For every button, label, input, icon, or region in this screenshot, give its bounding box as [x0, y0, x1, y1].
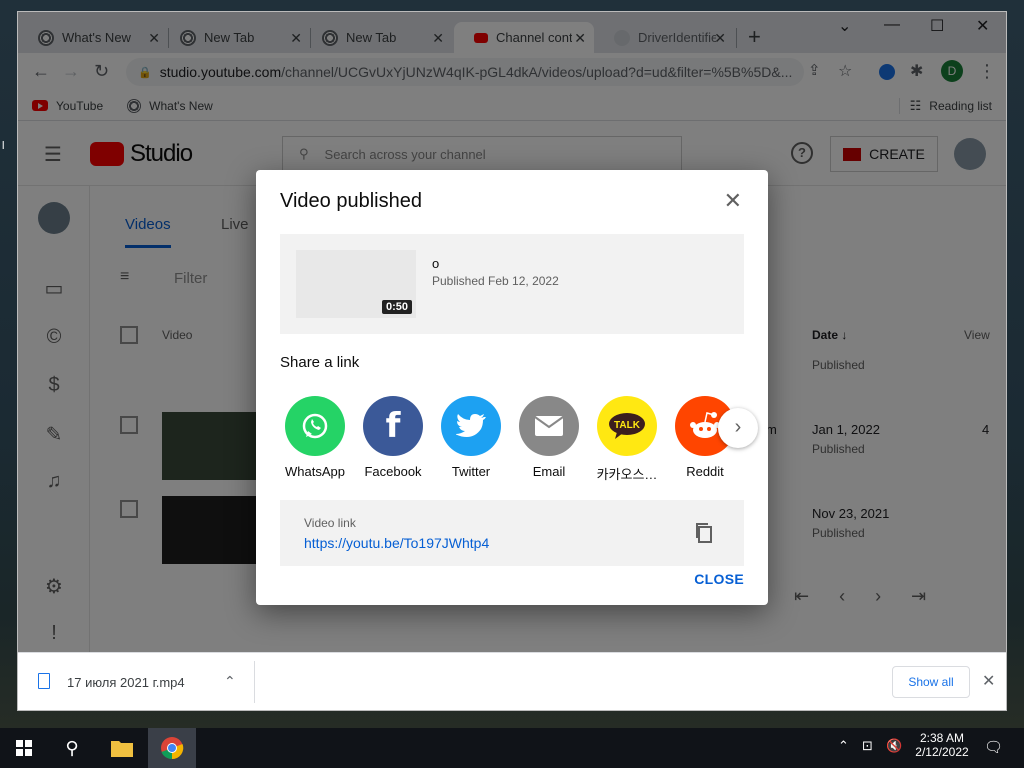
share-scroll-right-chevron-icon[interactable]: ›	[718, 408, 758, 448]
tray-chevron-icon[interactable]: ⌃	[838, 738, 849, 754]
share-label: Email	[532, 464, 566, 479]
video-link-box: Video link https://youtu.be/To197JWhtp4	[280, 500, 744, 566]
share-facebook[interactable]: f Facebook	[358, 396, 428, 479]
svg-text:TALK: TALK	[614, 420, 641, 431]
share-label: Twitter	[451, 464, 491, 479]
video-link-url[interactable]: https://youtu.be/To197JWhtp4	[304, 535, 489, 551]
clock[interactable]: 2:38 AM 2/12/2022	[912, 731, 972, 759]
video-thumbnail[interactable]: 0:50	[296, 250, 416, 318]
download-bar: 17 июля 2021 г.mp4 ⌃ Show all ✕	[18, 652, 1006, 710]
close-download-bar-icon[interactable]: ✕	[982, 671, 995, 691]
facebook-icon: f	[363, 396, 423, 456]
notifications-icon[interactable]: 🗨	[984, 738, 1003, 756]
dialog-close-icon[interactable]: ✕	[724, 188, 742, 214]
video-published-dialog: Video published ✕ 0:50 o Published Feb 1…	[256, 170, 768, 605]
share-label: Facebook	[364, 464, 422, 479]
download-filename[interactable]: 17 июля 2021 г.mp4	[67, 675, 185, 690]
chrome-taskbar-icon[interactable]	[148, 728, 196, 768]
clock-date: 2/12/2022	[915, 745, 969, 759]
share-label: WhatsApp	[285, 464, 345, 479]
desktop-edge: l	[2, 140, 5, 152]
volume-muted-icon[interactable]: 🔇	[886, 738, 902, 754]
network-icon[interactable]: ⊡	[862, 738, 873, 754]
twitter-icon	[441, 396, 501, 456]
share-whatsapp[interactable]: WhatsApp	[280, 396, 350, 479]
video-card: 0:50 o Published Feb 12, 2022	[280, 234, 744, 334]
search-icon[interactable]: ⚲	[48, 728, 96, 768]
windows-taskbar: ⚲ ⌃ ⊡ 🔇 2:38 AM 2/12/2022 🗨	[0, 728, 1024, 768]
video-title: o	[432, 256, 440, 271]
dialog-title: Video published	[280, 190, 422, 212]
show-all-button[interactable]: Show all	[892, 666, 970, 698]
email-icon	[519, 396, 579, 456]
share-heading: Share a link	[280, 354, 360, 371]
download-options-chevron-icon[interactable]: ⌃	[224, 673, 236, 690]
share-twitter[interactable]: Twitter	[436, 396, 506, 479]
share-label: 카카오스…	[596, 467, 658, 482]
video-published-date: Published Feb 12, 2022	[432, 274, 559, 288]
file-icon	[38, 673, 50, 689]
file-explorer-icon[interactable]	[98, 728, 146, 768]
clock-time: 2:38 AM	[919, 731, 965, 745]
share-kakaostory[interactable]: TALK 카카오스…	[592, 396, 662, 483]
video-link-label: Video link	[304, 516, 356, 530]
share-email[interactable]: Email	[514, 396, 584, 479]
download-divider	[254, 661, 255, 703]
video-duration: 0:50	[381, 300, 412, 314]
whatsapp-icon	[285, 396, 345, 456]
share-label: Reddit	[686, 464, 724, 479]
dialog-close-button[interactable]: CLOSE	[694, 571, 744, 587]
kakaotalk-icon: TALK	[597, 396, 657, 456]
windows-start-icon[interactable]	[0, 728, 48, 768]
copy-icon[interactable]	[694, 522, 712, 543]
